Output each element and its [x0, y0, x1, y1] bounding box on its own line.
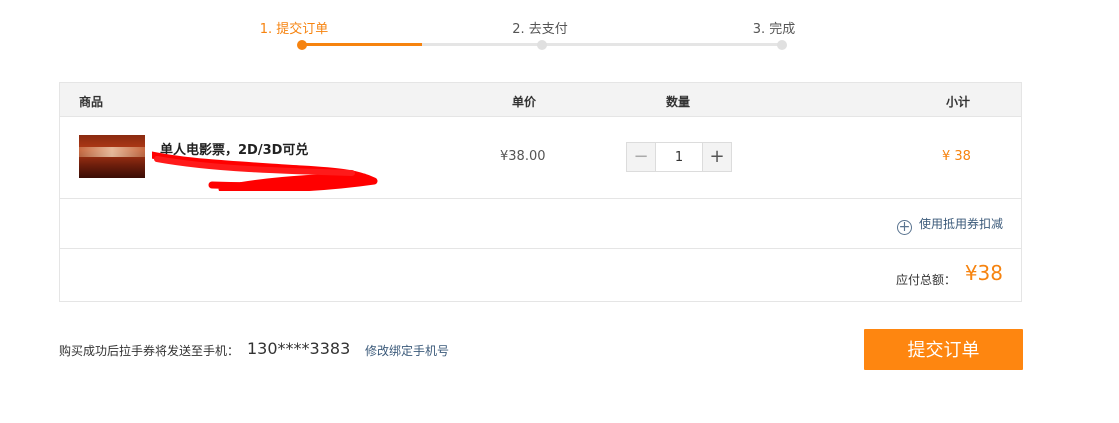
step-submit-order: 1. 提交订单 — [259, 22, 329, 37]
step-pay: 2. 去支付 — [512, 22, 568, 37]
step-complete: 3. 完成 — [752, 22, 796, 37]
quantity-stepper: − + — [626, 142, 732, 172]
coupon-label: 使用抵用券扣减 — [918, 217, 1003, 231]
table-header: 商品 单价 数量 小计 — [60, 83, 1021, 117]
header-quantity: 数量 — [666, 95, 691, 109]
order-table: 商品 单价 数量 小计 单人电影票，2D/3D可兑 ¥38.00 − + ¥ 3… — [59, 82, 1022, 302]
product-thumbnail[interactable] — [79, 135, 145, 178]
total-label: 应付总额： — [895, 273, 956, 287]
phone-number: 130****3383 — [247, 339, 351, 358]
step-dot-2 — [537, 40, 547, 50]
progress-track-remaining — [422, 43, 782, 46]
header-subtotal: 小计 — [946, 95, 971, 109]
coupon-row: + 使用抵用券扣减 — [60, 199, 1021, 249]
redaction-scribble — [152, 151, 378, 191]
thumbnail-light — [79, 147, 145, 157]
quantity-input[interactable] — [656, 143, 702, 171]
header-product: 商品 — [79, 95, 104, 109]
item-subtotal: ¥ 38 — [942, 149, 971, 164]
use-coupon-link[interactable]: + 使用抵用券扣减 — [896, 215, 1003, 235]
table-row: 单人电影票，2D/3D可兑 ¥38.00 − + ¥ 38 — [60, 117, 1021, 199]
plus-circle-icon: + — [896, 219, 912, 235]
decrease-quantity-button[interactable]: − — [627, 143, 656, 171]
step-dot-1 — [297, 40, 307, 50]
header-unit-price: 单价 — [512, 95, 537, 109]
increase-quantity-button[interactable]: + — [702, 143, 731, 171]
sms-notice: 购买成功后拉手券将发送至手机： — [59, 344, 240, 358]
submit-order-button[interactable]: 提交订单 — [864, 329, 1023, 370]
total-amount: ¥38 — [964, 261, 1003, 285]
step-dot-3 — [777, 40, 787, 50]
total-row: 应付总额： ¥38 — [60, 249, 1021, 303]
change-phone-link[interactable]: 修改绑定手机号 — [365, 342, 449, 359]
progress-track-done — [302, 43, 422, 46]
unit-price: ¥38.00 — [500, 149, 546, 164]
checkout-steps: 1. 提交订单 2. 去支付 3. 完成 — [0, 0, 1119, 60]
